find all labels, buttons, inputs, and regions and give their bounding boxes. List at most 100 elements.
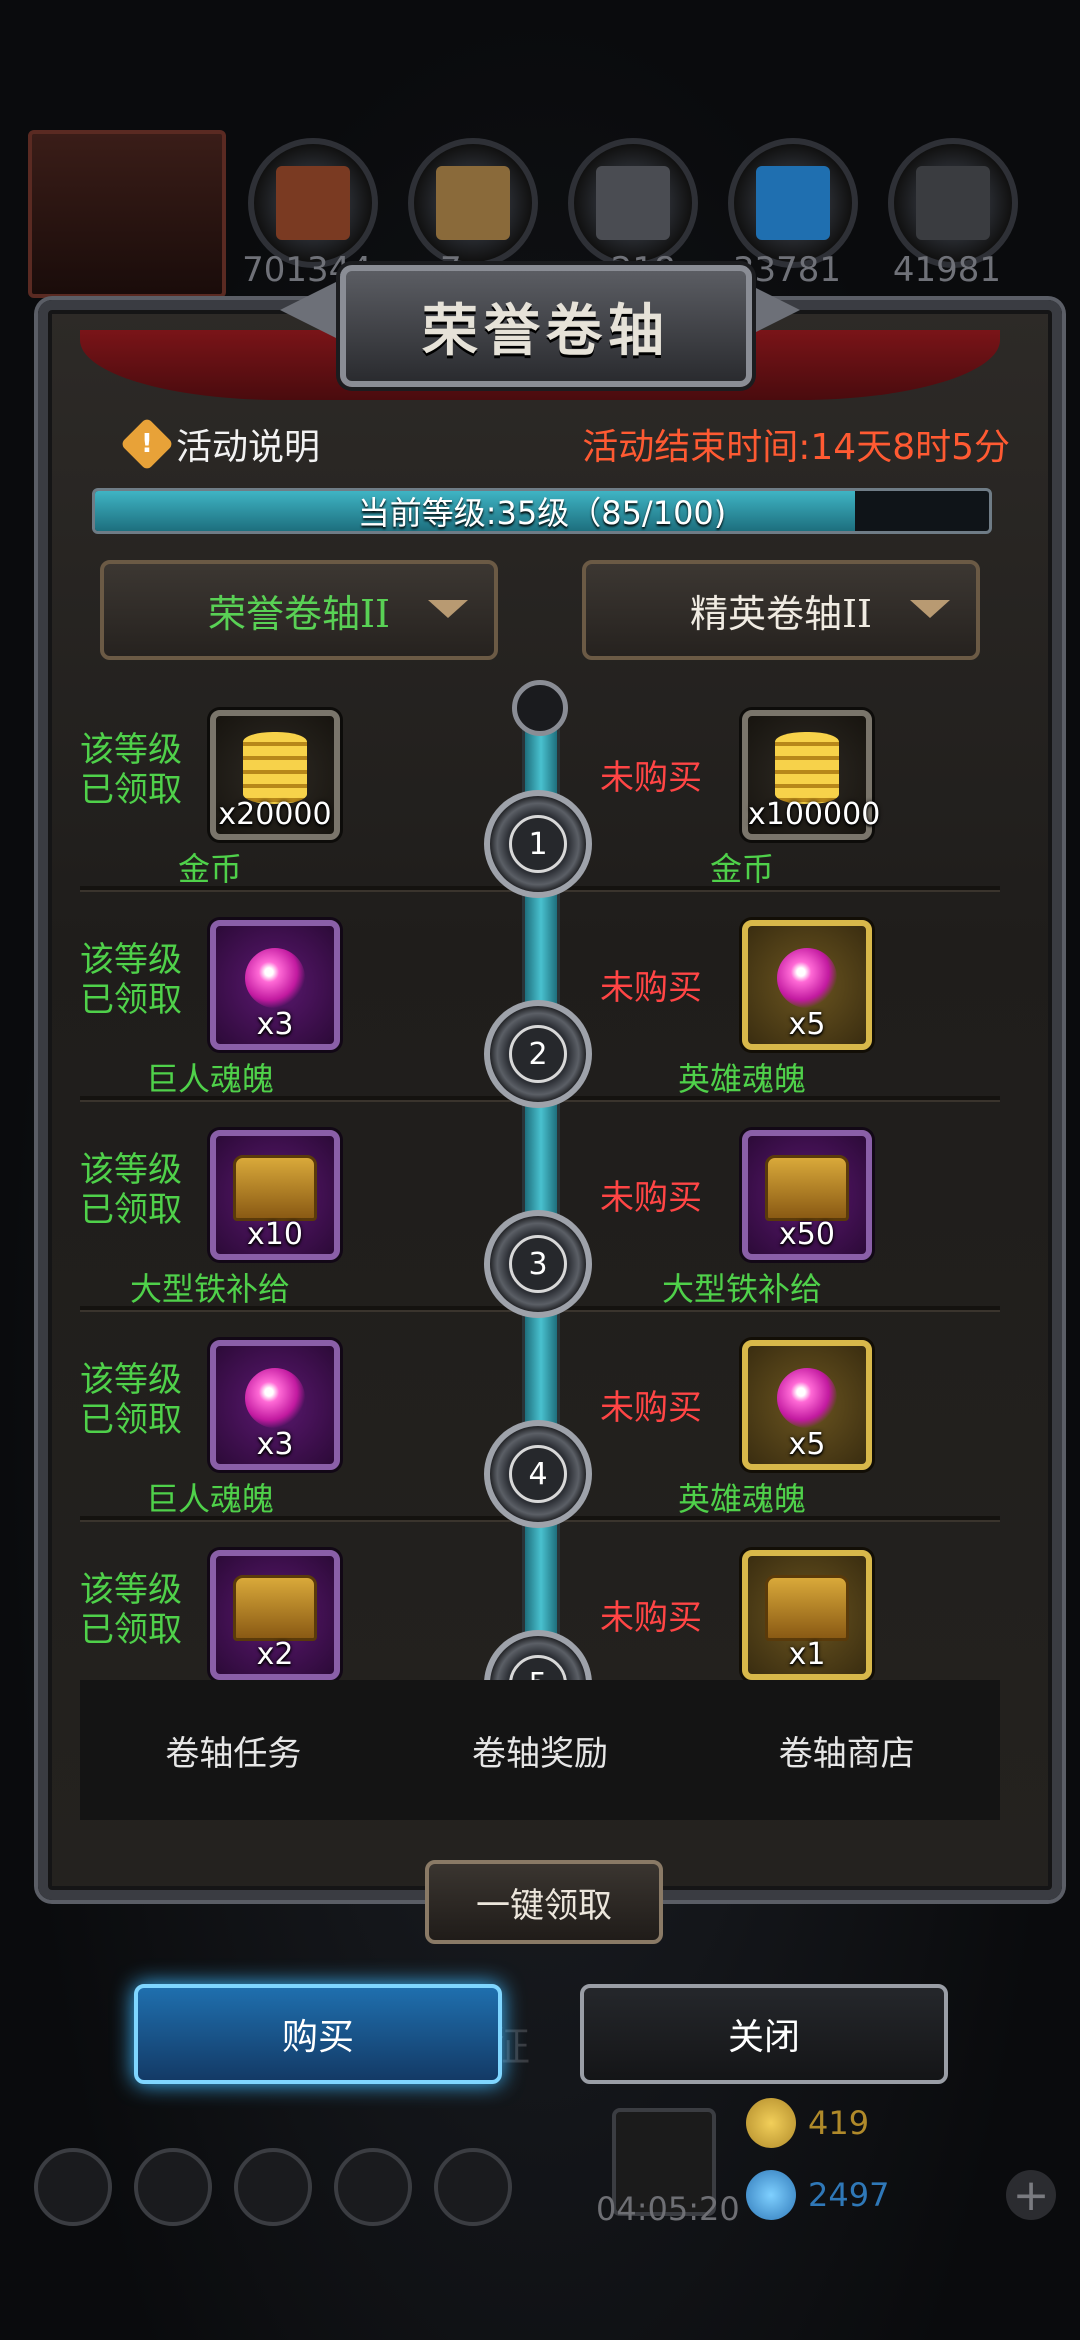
- spike-left-decoration: [280, 280, 340, 340]
- not-purchased-status: 未购买: [600, 968, 702, 1008]
- item-quantity: x3: [256, 1007, 294, 1042]
- resource-steel-icon[interactable]: [888, 138, 1018, 268]
- claimed-status: 该等级 已领取: [80, 1360, 182, 1440]
- item-quantity: x5: [788, 1427, 826, 1462]
- reward-row: 该等级 已领取 未购买 x3 巨人魂魄 x5 英雄魂魄 2: [80, 890, 1000, 1108]
- gift-timer: 04:05:20: [596, 2190, 740, 2228]
- level-node: 3: [484, 1210, 592, 1318]
- not-purchased-status: 未购买: [600, 1178, 702, 1218]
- gold-amount: 419: [808, 2104, 870, 2142]
- chest-icon: [765, 1154, 849, 1221]
- close-button[interactable]: 关闭: [580, 1984, 948, 2084]
- item-quantity: x20000: [218, 797, 332, 832]
- tab-scroll-tasks[interactable]: 卷轴任务: [80, 1680, 387, 1820]
- panel-title: 荣誉卷轴: [422, 297, 670, 364]
- item-quantity: x5: [788, 1007, 826, 1042]
- reward-list[interactable]: 该等级 已领取 未购买 x20000 金币 x100000 金币 1 该等级 已领取 未购买 x3…: [80, 680, 1000, 1680]
- gem-icon: [746, 2170, 796, 2220]
- iron-icon: [596, 166, 670, 240]
- resource-crystal-icon[interactable]: [728, 138, 858, 268]
- right-reward-item[interactable]: x5: [742, 1340, 872, 1470]
- scroll-type-dropdown-left[interactable]: 荣誉卷轴II: [100, 560, 498, 660]
- resource-plank-icon[interactable]: [408, 138, 538, 268]
- level-number: 5: [509, 1655, 567, 1680]
- item-quantity: x10: [247, 1217, 303, 1252]
- right-reward-item[interactable]: x5: [742, 920, 872, 1050]
- steel-icon: [916, 166, 990, 240]
- level-node: 1: [484, 790, 592, 898]
- dropdown-right-label: 精英卷轴II: [689, 591, 873, 636]
- right-reward-item[interactable]: x100000: [742, 710, 881, 840]
- item-name: 大型铁补给: [129, 1270, 290, 1308]
- gem-amount: 2497: [808, 2176, 890, 2214]
- wood-icon: [276, 166, 350, 240]
- item-quantity: x100000: [748, 797, 881, 832]
- activity-end-time: 活动结束时间:14天8时5分: [582, 427, 1010, 468]
- resource-steel-value: 41981: [892, 250, 1002, 290]
- claimed-status: 该等级 已领取: [80, 1570, 182, 1650]
- plank-icon: [436, 166, 510, 240]
- scroll-type-dropdown-right[interactable]: 精英卷轴II: [582, 560, 980, 660]
- item-name: 巨人魂魄: [145, 1060, 274, 1098]
- claimed-status: 该等级 已领取: [80, 730, 182, 810]
- reward-row: 该等级 已领取 未购买 x2 x1 5: [80, 1520, 1000, 1680]
- soul-icon: [245, 947, 305, 1008]
- reward-row: 该等级 已领取 未购买 x20000 金币 x100000 金币 1: [80, 680, 1000, 898]
- tab-scroll-rewards[interactable]: 卷轴奖励: [387, 1680, 694, 1820]
- level-node: 5: [484, 1630, 592, 1680]
- bottom-tab-bar: 卷轴任务 卷轴奖励 卷轴商店: [80, 1680, 1000, 1820]
- player-avatar[interactable]: [28, 130, 226, 298]
- activity-info-button[interactable]: ! 活动说明: [120, 417, 321, 471]
- item-name: 大型铁补给: [661, 1270, 822, 1308]
- level-progress-label: 当前等级:35级（85/100): [357, 494, 727, 532]
- item-name: 英雄魂魄: [677, 1060, 806, 1098]
- plus-icon[interactable]: +: [1006, 2170, 1056, 2221]
- mail-icon[interactable]: [334, 2148, 412, 2226]
- not-purchased-status: 未购买: [600, 758, 702, 798]
- not-purchased-status: 未购买: [600, 1598, 702, 1638]
- settings-icon[interactable]: [34, 2148, 112, 2226]
- soul-icon: [777, 1367, 837, 1428]
- resource-iron-icon[interactable]: [568, 138, 698, 268]
- left-reward-item[interactable]: x20000: [210, 710, 340, 840]
- item-quantity: x3: [256, 1427, 294, 1462]
- panel-title-plate: 荣誉卷轴: [340, 265, 752, 387]
- right-reward-item[interactable]: x50: [742, 1130, 872, 1260]
- activity-info-label: 活动说明: [176, 427, 321, 468]
- reward-row: 该等级 已领取 未购买 x3 巨人魂魄 x5 英雄魂魄 4: [80, 1310, 1000, 1528]
- chest-icon: [233, 1154, 317, 1221]
- chest-icon: [233, 1574, 317, 1641]
- resource-wood-icon[interactable]: [248, 138, 378, 268]
- chevron-down-icon: [910, 600, 950, 618]
- left-reward-item[interactable]: x3: [210, 1340, 340, 1470]
- item-quantity: x50: [779, 1217, 835, 1252]
- crystal-icon: [756, 166, 830, 240]
- left-reward-item[interactable]: x2: [210, 1550, 340, 1680]
- alliance-icon[interactable]: [134, 2148, 212, 2226]
- gold-coin-icon: [746, 2098, 796, 2148]
- claim-all-button[interactable]: 一键领取: [425, 1860, 663, 1944]
- left-reward-item[interactable]: x3: [210, 920, 340, 1050]
- tab-scroll-shop[interactable]: 卷轴商店: [693, 1680, 1000, 1820]
- not-purchased-status: 未购买: [600, 1388, 702, 1428]
- level-number: 2: [509, 1025, 567, 1083]
- item-name: 金币: [709, 850, 774, 888]
- soul-icon: [245, 1367, 305, 1428]
- left-reward-item[interactable]: x10: [210, 1130, 340, 1260]
- level-node: 2: [484, 1000, 592, 1108]
- claimed-status: 该等级 已领取: [80, 940, 182, 1020]
- chest-icon: [765, 1574, 849, 1641]
- item-name: 巨人魂魄: [145, 1480, 274, 1518]
- map-icon[interactable]: [434, 2148, 512, 2226]
- right-reward-item[interactable]: x1: [742, 1550, 872, 1680]
- level-number: 3: [509, 1235, 567, 1293]
- castle-icon[interactable]: [234, 2148, 312, 2226]
- coin-icon: [243, 731, 307, 804]
- level-number: 1: [509, 815, 567, 873]
- item-quantity: x2: [256, 1637, 294, 1672]
- buy-button[interactable]: 购买: [134, 1984, 502, 2084]
- level-progress-bar: 当前等级:35级（85/100): [92, 488, 992, 534]
- level-node: 4: [484, 1420, 592, 1528]
- soul-icon: [777, 947, 837, 1008]
- reward-row: 该等级 已领取 未购买 x10 大型铁补给 x50 大型铁补给 3: [80, 1100, 1000, 1318]
